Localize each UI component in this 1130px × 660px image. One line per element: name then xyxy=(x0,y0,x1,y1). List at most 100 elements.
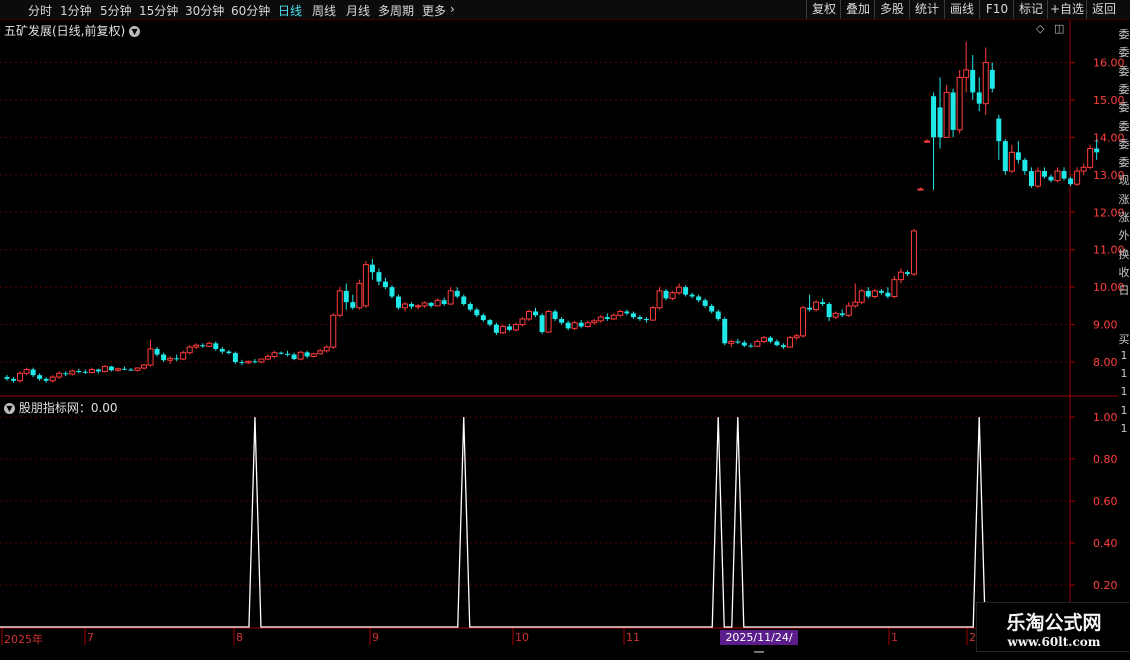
right-strip-char: 1 xyxy=(1120,367,1128,381)
candle-body xyxy=(174,358,180,360)
candle-body xyxy=(813,301,820,311)
candle-body xyxy=(480,315,486,321)
candle-body xyxy=(1074,170,1081,185)
candle-body xyxy=(323,346,330,352)
candle-body xyxy=(88,369,95,374)
candle-body xyxy=(604,317,610,319)
right-strip-char: 1 xyxy=(1120,348,1128,362)
candle-body xyxy=(722,318,728,344)
sub-y-tick-label: 0.20 xyxy=(1093,579,1118,592)
time-axis-label: 11 xyxy=(626,631,640,644)
candle-body xyxy=(134,367,141,371)
candle-body xyxy=(597,316,604,322)
candle-body xyxy=(754,340,761,347)
candle-body xyxy=(56,372,63,378)
candle-body xyxy=(696,296,702,301)
time-axis-label: 9 xyxy=(372,631,379,644)
right-strip-char: 委 xyxy=(1118,137,1130,151)
candle-body xyxy=(1034,170,1041,187)
candle-body xyxy=(506,326,512,330)
watermark: 乐淘公式网 www.60lt.com xyxy=(976,602,1130,652)
candle-body xyxy=(213,343,219,349)
chevron-down-icon[interactable]: ▼ xyxy=(4,403,15,414)
candle-body xyxy=(1008,151,1015,172)
right-strip-char: 委 xyxy=(1118,101,1130,115)
candle-body xyxy=(219,348,225,352)
candle-body xyxy=(800,307,807,337)
right-strip-char: 委 xyxy=(1118,28,1130,41)
candle-body xyxy=(278,352,284,354)
candle-body xyxy=(376,272,382,282)
candle-body xyxy=(128,369,134,371)
candle-body xyxy=(258,358,265,363)
candle-body xyxy=(421,302,428,307)
candle-body xyxy=(937,107,943,138)
candle-body xyxy=(780,345,786,348)
candle-body xyxy=(760,337,767,342)
window-icon[interactable]: ◫ xyxy=(1054,22,1064,35)
candle-body xyxy=(252,361,258,363)
sub-y-tick-label: 0.80 xyxy=(1093,453,1118,466)
candle-body xyxy=(454,290,460,297)
candle-body xyxy=(643,318,649,321)
candle-body xyxy=(512,324,519,331)
candle-body xyxy=(552,311,558,319)
candle-body xyxy=(108,366,114,371)
candle-body xyxy=(447,290,454,305)
candle-body xyxy=(676,286,683,294)
candle-body xyxy=(154,348,160,355)
candle-body xyxy=(591,320,598,324)
candle-body xyxy=(206,342,213,347)
candle-body xyxy=(865,290,871,297)
candle-body xyxy=(415,305,422,308)
candle-body xyxy=(350,302,356,308)
candle-body xyxy=(141,364,148,369)
candle-body xyxy=(715,311,721,319)
right-strip-char: 涨 xyxy=(1118,211,1130,224)
candle-body xyxy=(1094,148,1100,153)
candle-body xyxy=(336,290,343,316)
right-strip-char: 委 xyxy=(1118,156,1130,170)
time-axis-label: 10 xyxy=(515,631,529,644)
candle-body xyxy=(989,69,995,89)
candle-body xyxy=(362,264,369,307)
candle-body xyxy=(493,324,499,333)
time-axis-label: 1 xyxy=(891,631,898,644)
right-strip-char: 1 xyxy=(1120,385,1128,399)
candle-body xyxy=(369,264,375,273)
sub-y-tick-label: 0.40 xyxy=(1093,537,1118,550)
main-y-tick-label: 9.00 xyxy=(1093,319,1118,332)
candle-body xyxy=(996,118,1002,142)
candle-body xyxy=(943,91,950,138)
candle-body xyxy=(193,344,200,348)
candle-body xyxy=(43,378,49,381)
time-axis-label: 7 xyxy=(87,631,94,644)
time-axis-label: 8 xyxy=(236,631,243,644)
candle-body xyxy=(774,341,780,346)
candle-body xyxy=(526,310,532,320)
candle-body xyxy=(931,96,937,138)
candle-body xyxy=(982,61,989,105)
candle-body xyxy=(656,290,663,309)
candle-body xyxy=(924,140,931,143)
candle-body xyxy=(356,282,363,309)
candle-body xyxy=(871,290,878,298)
candle-body xyxy=(121,368,127,370)
right-strip-char: 委 xyxy=(1118,64,1130,78)
candle-body xyxy=(30,369,36,376)
chevron-down-icon[interactable]: ▼ xyxy=(129,26,141,37)
candle-body xyxy=(304,352,310,357)
candle-body xyxy=(970,69,976,93)
diamond-icon[interactable]: ◇ xyxy=(1036,22,1044,35)
candle-body xyxy=(820,302,826,304)
candle-body xyxy=(950,92,956,130)
candle-body xyxy=(499,325,506,334)
candle-body xyxy=(735,341,741,343)
candle-body xyxy=(63,373,69,375)
candle-body xyxy=(571,322,578,329)
candle-body xyxy=(1087,148,1094,168)
candle-body xyxy=(467,304,473,310)
cursor-date-label: 2025/11/24/一 xyxy=(720,630,798,659)
right-strip-char: 1 xyxy=(1120,422,1128,435)
candle-body xyxy=(389,287,395,297)
